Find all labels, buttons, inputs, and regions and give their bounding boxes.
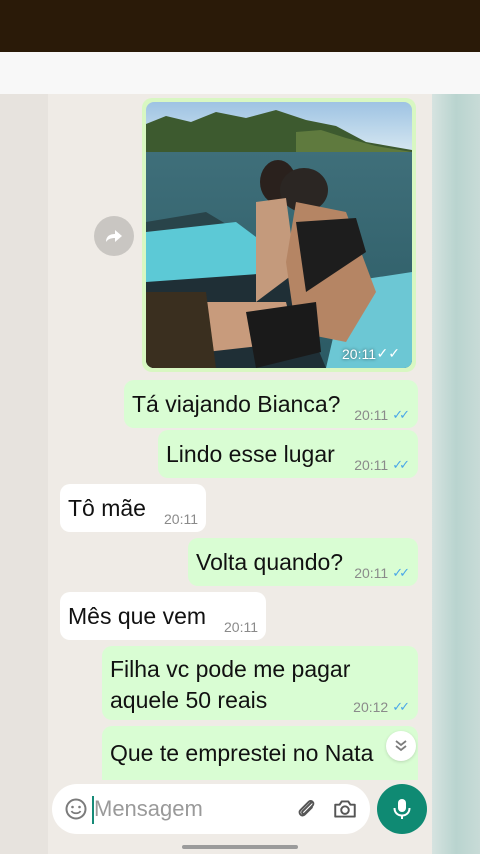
message-bubble[interactable]: Volta quando? 20:11 ✓✓ (188, 538, 418, 586)
message-time: 20:12 (353, 699, 389, 715)
message-bubble[interactable]: Filha vc pode me pagar aquele 50 reais 2… (102, 646, 418, 720)
double-check-icon: ✓✓ (392, 699, 410, 714)
camera-icon[interactable] (332, 796, 358, 822)
message-text: Tô mãe (68, 494, 146, 521)
photo-image (146, 102, 412, 368)
home-indicator (182, 845, 298, 849)
message-time: 20:11 (342, 346, 376, 362)
message-time: 20:11 (164, 511, 198, 527)
message-input[interactable] (94, 794, 284, 824)
forward-button[interactable] (94, 216, 134, 256)
message-text: Tá viajando Bianca? (132, 390, 341, 417)
forward-icon (106, 230, 122, 242)
message-meta: 20:12 ✓✓ (353, 699, 410, 715)
double-chevron-down-icon (395, 740, 407, 752)
message-time: 20:11 (354, 565, 389, 581)
status-bar (0, 0, 480, 52)
message-meta: 20:11 (164, 511, 198, 527)
message-time: 20:11 (354, 457, 389, 473)
paperclip-icon[interactable] (294, 796, 320, 822)
mic-button[interactable] (377, 784, 427, 834)
message-meta: 20:11 ✓✓ (354, 407, 410, 423)
message-time: 20:11 (224, 619, 258, 635)
double-check-icon: ✓✓ (392, 565, 410, 580)
emoji-icon[interactable] (64, 797, 88, 821)
message-text: Volta quando? (196, 548, 344, 575)
scroll-down-button[interactable] (386, 731, 416, 761)
message-bubble[interactable]: Tô mãe 20:11 (60, 484, 206, 532)
message-meta: 20:11 ✓✓ (354, 565, 410, 581)
message-meta: 20:11 (224, 619, 258, 635)
shared-photo[interactable]: 20:11 ✓✓ (146, 102, 412, 368)
message-bubble[interactable]: Tá viajando Bianca? 20:11 ✓✓ (124, 380, 418, 428)
double-check-icon: ✓✓ (376, 345, 400, 361)
message-time: 20:11 (354, 407, 389, 423)
right-margin (432, 94, 480, 854)
double-check-icon: ✓✓ (392, 407, 410, 422)
message-text: Filha vc pode me pagar aquele 50 reais (110, 656, 351, 713)
message-text: Que te emprestei no Nata (110, 739, 374, 766)
photo-message[interactable]: 20:11 ✓✓ (142, 98, 416, 372)
header-bar (0, 52, 480, 94)
message-meta: 20:11 ✓✓ (354, 457, 410, 473)
message-bubble[interactable]: Mês que vem 20:11 (60, 592, 266, 640)
left-margin (0, 94, 48, 854)
message-bubble[interactable]: Que te emprestei no Nata (102, 726, 418, 780)
message-text: Mês que vem (68, 602, 207, 629)
message-input-bar (52, 784, 370, 834)
double-check-icon: ✓✓ (392, 457, 410, 472)
message-bubble[interactable]: Lindo esse lugar 20:11 ✓✓ (158, 430, 418, 478)
mic-icon (393, 799, 411, 819)
message-text: Lindo esse lugar (166, 440, 335, 467)
